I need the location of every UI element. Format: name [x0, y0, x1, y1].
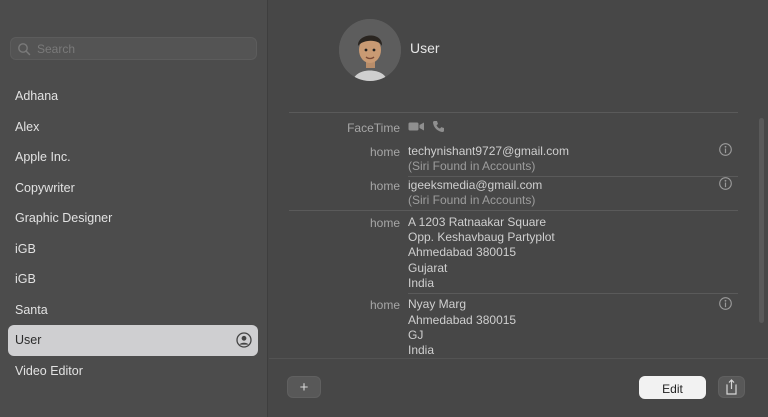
email-2-value[interactable]: igeeksmedia@gmail.com	[408, 178, 542, 194]
bottom-toolbar: + Edit	[269, 358, 768, 417]
divider	[408, 293, 738, 294]
contact-item-santa[interactable]: Santa	[8, 295, 258, 326]
contact-item-label: User	[15, 333, 42, 347]
address-2-line-4[interactable]: India	[408, 343, 434, 359]
address-1-line-4[interactable]: Gujarat	[408, 261, 447, 277]
contact-item-igb-2[interactable]: iGB	[8, 264, 258, 295]
video-call-icon[interactable]	[408, 120, 425, 133]
divider	[289, 112, 738, 113]
address-1-line-5[interactable]: India	[408, 276, 434, 292]
memoji-avatar-icon	[339, 19, 401, 81]
email-2-note: (Siri Found in Accounts)	[408, 193, 536, 207]
contact-item-video-editor[interactable]: Video Editor	[8, 356, 258, 387]
contact-item-igb[interactable]: iGB	[8, 234, 258, 265]
add-field-label: +	[299, 379, 309, 396]
info-icon[interactable]	[719, 143, 732, 156]
info-icon[interactable]	[719, 177, 732, 190]
contact-item-user[interactable]: User	[8, 325, 258, 356]
email-1-value[interactable]: techynishant9727@gmail.com	[408, 144, 569, 160]
scrollbar[interactable]	[759, 118, 764, 323]
contact-list: Adhana Alex Apple Inc. Copywriter Graphi…	[8, 81, 258, 386]
contact-item-alex[interactable]: Alex	[8, 112, 258, 143]
contact-detail: User FaceTime home techynishant9727@gmai…	[269, 0, 768, 417]
email-1-note: (Siri Found in Accounts)	[408, 159, 536, 173]
address-1-line-1[interactable]: A 1203 Ratnaakar Square	[408, 215, 546, 231]
facetime-label: FaceTime	[347, 121, 400, 135]
contact-item-apple-inc[interactable]: Apple Inc.	[8, 142, 258, 173]
email-1-label: home	[369, 145, 400, 159]
address-2-line-1[interactable]: Nyay Marg	[408, 297, 466, 313]
email-2-label: home	[369, 179, 400, 193]
address-1-line-3[interactable]: Ahmedabad 380015	[408, 245, 516, 261]
search-placeholder: Search	[37, 42, 76, 56]
address-2-label: home	[369, 298, 400, 312]
audio-call-icon[interactable]	[432, 120, 445, 133]
add-field-button[interactable]: +	[287, 376, 321, 398]
contact-item-adhana[interactable]: Adhana	[8, 81, 258, 112]
divider	[289, 210, 738, 211]
share-icon	[726, 379, 737, 395]
contact-item-copywriter[interactable]: Copywriter	[8, 173, 258, 204]
address-1-label: home	[369, 216, 400, 230]
search-field[interactable]: Search	[10, 37, 257, 60]
address-1-line-2[interactable]: Opp. Keshavbaug Partyplot	[408, 230, 555, 246]
contact-name: User	[410, 40, 440, 56]
contacts-sidebar: Search Adhana Alex Apple Inc. Copywriter…	[0, 0, 268, 417]
my-card-icon	[236, 332, 252, 348]
contact-item-graphic-designer[interactable]: Graphic Designer	[8, 203, 258, 234]
address-2-line-2[interactable]: Ahmedabad 380015	[408, 313, 516, 329]
edit-button[interactable]: Edit	[639, 376, 706, 399]
search-icon	[18, 43, 31, 56]
share-button[interactable]	[718, 376, 745, 398]
edit-button-label: Edit	[662, 382, 683, 396]
contact-avatar[interactable]	[339, 19, 401, 81]
info-icon[interactable]	[719, 297, 732, 310]
address-2-line-3[interactable]: GJ	[408, 328, 423, 344]
divider	[408, 176, 738, 177]
